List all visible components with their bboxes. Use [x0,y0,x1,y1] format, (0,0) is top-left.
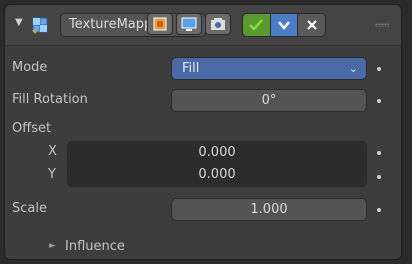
render-camera-icon [211,18,225,30]
mode-dropdown[interactable]: Fill ⌄ [171,57,367,80]
offset-y-keyframe-dot[interactable] [377,175,381,179]
mode-keyframe-dot[interactable] [377,67,381,71]
modifier-header: ▼ TextureMappi... [5,5,401,46]
offset-label: Offset [12,121,52,136]
modifier-menu-button[interactable] [270,14,299,36]
scale-value: 1.000 [250,202,288,217]
render-toggle[interactable] [205,13,231,35]
fill-rotation-label: Fill Rotation [12,92,88,107]
viewport-display-icon [181,17,197,31]
apply-button[interactable] [243,14,271,36]
offset-x-label: X [48,144,57,159]
offset-x-keyframe-dot[interactable] [377,151,381,155]
offset-x-value: 0.000 [198,145,236,160]
uv-texture-icon [32,17,48,34]
dropdown-chevron-icon [278,21,290,30]
close-icon [306,20,317,30]
offset-x-field[interactable]: 0.000 [67,141,367,164]
scale-label: Scale [12,201,47,216]
offset-y-value: 0.000 [198,167,236,182]
mode-label: Mode [12,60,48,75]
viewport-toggle[interactable] [176,13,202,35]
scale-field[interactable]: 1.000 [171,198,367,221]
apply-check-icon [249,19,264,31]
scale-keyframe-dot[interactable] [377,208,381,212]
texture-mapping-modifier-panel: ▼ TextureMappi... [4,4,402,260]
modifier-actions [242,13,326,37]
fill-rotation-keyframe-dot[interactable] [377,99,381,103]
fill-rotation-value: 0° [261,93,277,108]
drag-handle-icon[interactable] [375,23,389,27]
offset-y-field[interactable]: 0.000 [67,164,367,187]
chevron-down-icon: ⌄ [348,62,358,75]
modifier-name-text: TextureMappi... [69,17,155,32]
mode-value: Fill [182,61,200,76]
remove-modifier-button[interactable] [298,14,325,36]
fill-rotation-field[interactable]: 0° [171,89,367,112]
collapse-arrow-icon[interactable]: ▼ [15,17,23,28]
influence-expand-icon[interactable]: ► [49,241,56,251]
offset-y-label: Y [48,167,56,182]
influence-subpanel-label[interactable]: Influence [65,239,125,254]
editmode-toggle[interactable] [147,13,173,35]
editmode-cage-icon [153,17,167,31]
visibility-toggles [147,13,231,35]
